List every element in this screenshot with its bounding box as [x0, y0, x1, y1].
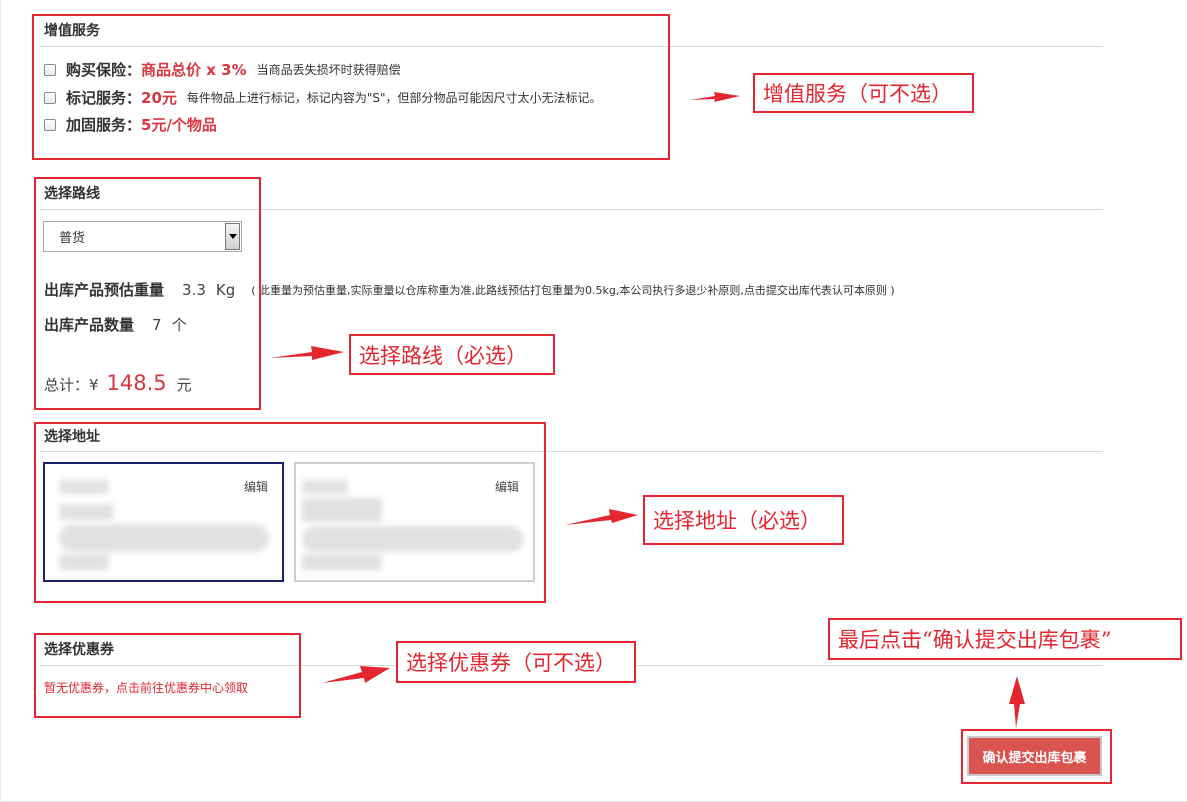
submit-highlight-box — [961, 729, 1112, 784]
annotation-route: 选择路线（必选） — [349, 334, 555, 375]
route-highlight-box — [34, 177, 261, 410]
address-highlight-box — [34, 422, 546, 603]
weight-note: ( 此重量为预估重量,实际重量以仓库称重为准,此路线预估打包重量为0.5kg,本… — [251, 283, 895, 297]
value-added-highlight-box — [32, 14, 670, 160]
annotation-coupon: 选择优惠券（可不选） — [396, 641, 636, 683]
annotation-submit: 最后点击“确认提交出库包裹” — [828, 618, 1182, 660]
annotation-address: 选择地址（必选） — [643, 495, 844, 545]
annotation-value-added: 增值服务（可不选） — [753, 73, 974, 113]
coupon-highlight-box — [34, 633, 301, 718]
